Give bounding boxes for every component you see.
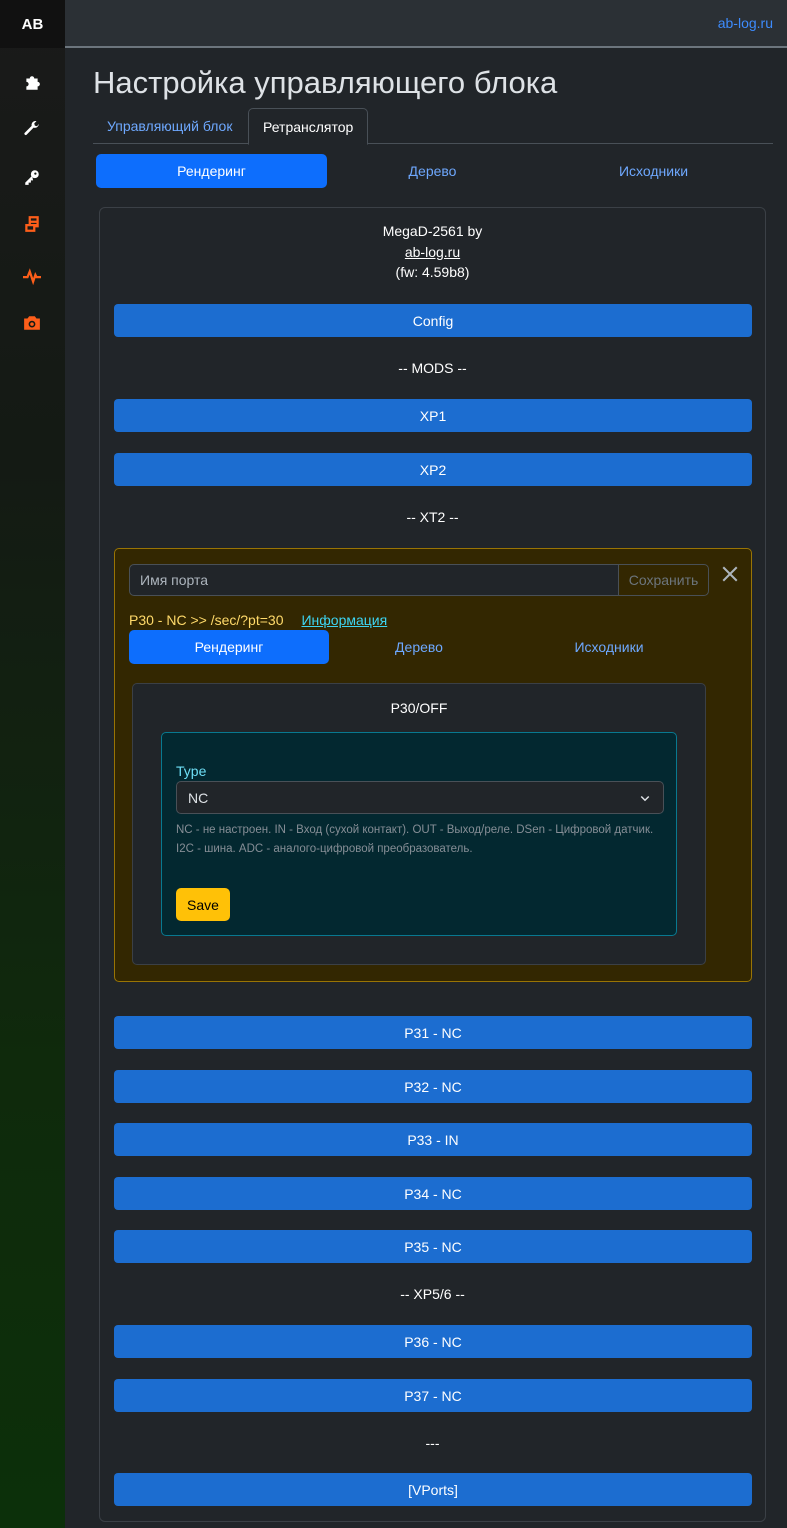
puzzle-icon[interactable] [22,73,42,93]
tab-sources[interactable]: Исходники [538,154,769,188]
key-icon[interactable] [22,167,42,187]
wrench-icon[interactable] [22,119,42,139]
xp1-button[interactable]: XP1 [114,399,752,432]
sidebar-logo[interactable]: AB [0,0,65,48]
save-button[interactable]: Save [176,888,230,921]
p37-button[interactable]: P37 - NC [114,1379,752,1412]
port-card-title: P30/OFF [390,700,448,716]
port-tab-rendering[interactable]: Рендеринг [129,630,329,664]
port-tab-sources[interactable]: Исходники [509,630,709,664]
top-tabs: Управляющий блок Ретранслятор [93,108,773,145]
port-name-input[interactable]: Имя порта [129,564,619,596]
vports-button[interactable]: [VPorts] [114,1473,752,1506]
p34-button[interactable]: P34 - NC [114,1177,752,1210]
close-icon[interactable] [721,565,739,583]
port-render-card: P30/OFF Type NC NC - не настроен. IN - В… [132,683,706,965]
page-title: Настройка управляющего блока [93,65,558,100]
render-card: MegaD-2561 by ab-log.ru (fw: 4.59b8) Con… [99,207,766,1522]
section-xt2: -- XT2 -- [406,509,459,525]
p36-button[interactable]: P36 - NC [114,1325,752,1358]
chevron-down-icon [640,795,650,802]
type-select[interactable]: NC [176,781,664,814]
info-link[interactable]: Информация [301,612,387,628]
view-tabs: Рендеринг Дерево Исходники [96,154,769,188]
device-link-wrap: ab-log.ru [100,244,765,260]
tab-rendering[interactable]: Рендеринг [96,154,327,188]
type-label: Type [176,763,207,779]
section-separator: --- [425,1435,440,1451]
port-view-tabs: Рендеринг Дерево Исходники [129,630,709,664]
scroll-icon[interactable] [22,214,42,234]
type-help-text: NC - не настроен. IN - Вход (сухой конта… [176,824,654,855]
config-button[interactable]: Config [114,304,752,337]
sidebar: AB [0,0,65,1528]
port-info: P30 - NC >> /sec/?pt=30 Информация [129,612,387,628]
section-mods: -- MODS -- [398,360,467,376]
tab-tree[interactable]: Дерево [327,154,538,188]
port-tab-tree[interactable]: Дерево [329,630,509,664]
p33-button[interactable]: P33 - IN [114,1123,752,1156]
device-site-link[interactable]: ab-log.ru [405,244,460,260]
topbar: ab-log.ru [65,0,787,48]
port-editor-panel: Имя порта Сохранить P30 - NC >> /sec/?pt… [114,548,752,982]
topbar-site-link[interactable]: ab-log.ru [718,15,773,31]
section-xp56: -- XP5/6 -- [400,1286,465,1302]
tab-control-unit[interactable]: Управляющий блок [93,108,246,144]
p35-button[interactable]: P35 - NC [114,1230,752,1263]
camera-icon[interactable] [22,313,42,333]
port-form: Type NC NC - не настроен. IN - Вход (сух… [161,732,677,936]
heartbeat-icon[interactable] [22,266,42,286]
device-firmware: (fw: 4.59b8) [395,264,470,280]
p32-button[interactable]: P32 - NC [114,1070,752,1103]
p31-button[interactable]: P31 - NC [114,1016,752,1049]
device-name: MegaD-2561 by [382,223,483,239]
tab-relay[interactable]: Ретранслятор [248,108,369,145]
port-info-text: P30 - NC >> /sec/?pt=30 [129,612,284,628]
save-port-name-button[interactable]: Сохранить [618,564,709,596]
xp2-button[interactable]: XP2 [114,453,752,486]
type-select-value: NC [188,789,209,806]
